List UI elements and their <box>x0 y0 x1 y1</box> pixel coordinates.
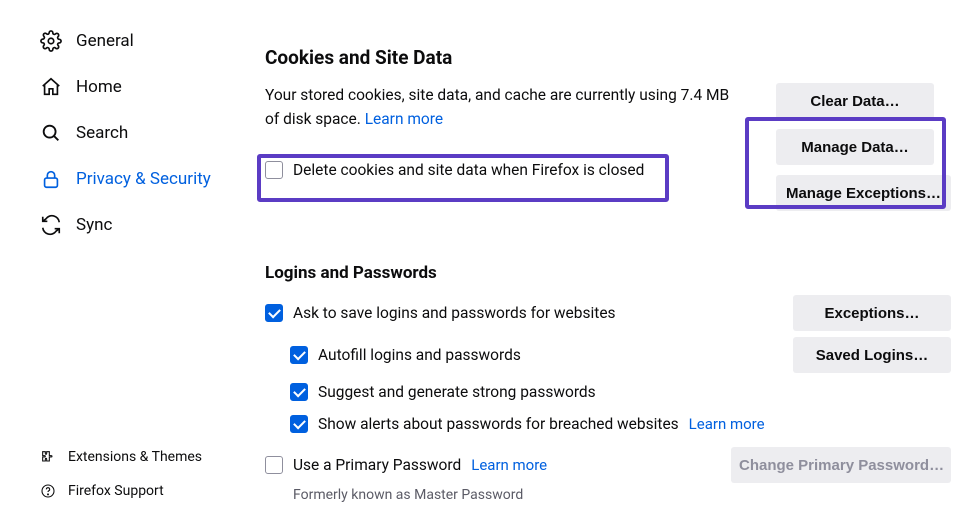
sidebar-item-label: Home <box>76 77 122 97</box>
sidebar-item-sync[interactable]: Sync <box>0 202 245 248</box>
logins-exceptions-button[interactable]: Exceptions… <box>793 295 951 331</box>
sidebar-item-privacy-security[interactable]: Privacy & Security <box>0 156 245 202</box>
alerts-label: Show alerts about passwords for breached… <box>318 415 679 433</box>
sidebar-item-label: Privacy & Security <box>76 169 211 189</box>
search-icon <box>40 122 62 144</box>
lock-icon <box>40 168 62 190</box>
sidebar-item-label: Sync <box>76 215 112 235</box>
sync-icon <box>40 214 62 236</box>
logins-header: Logins and Passwords <box>265 263 951 283</box>
gear-icon <box>40 30 62 52</box>
cookies-section: Cookies and Site Data Your stored cookie… <box>265 46 951 211</box>
autofill-label: Autofill logins and passwords <box>318 346 521 364</box>
alerts-learn-more-link[interactable]: Learn more <box>689 415 765 433</box>
manage-exceptions-button[interactable]: Manage Exceptions… <box>776 175 951 211</box>
sidebar-item-label: Search <box>76 123 128 143</box>
home-icon <box>40 76 62 98</box>
sidebar: General Home Search Privacy & Security S… <box>0 0 245 522</box>
primary-learn-more-link[interactable]: Learn more <box>471 456 547 474</box>
manage-data-button[interactable]: Manage Data… <box>776 129 934 165</box>
ask-save-label: Ask to save logins and passwords for web… <box>293 304 616 322</box>
sidebar-item-general[interactable]: General <box>0 18 245 64</box>
logins-section: Logins and Passwords Ask to save logins … <box>265 263 951 503</box>
primary-password-note: Formerly known as Master Password <box>293 487 951 503</box>
suggest-checkbox[interactable] <box>290 383 308 401</box>
sidebar-item-search[interactable]: Search <box>0 110 245 156</box>
primary-password-row: Use a Primary Password Learn more <box>265 456 547 474</box>
delete-on-close-row: Delete cookies and site data when Firefo… <box>265 161 776 179</box>
sidebar-item-extensions[interactable]: Extensions & Themes <box>0 440 245 474</box>
alerts-row: Show alerts about passwords for breached… <box>290 415 951 433</box>
puzzle-icon <box>40 449 56 465</box>
cookies-learn-more-link[interactable]: Learn more <box>365 110 443 128</box>
sidebar-item-label: General <box>76 31 134 51</box>
autofill-checkbox[interactable] <box>290 346 308 364</box>
delete-on-close-label: Delete cookies and site data when Firefo… <box>293 161 644 179</box>
autofill-row: Autofill logins and passwords <box>290 346 521 364</box>
primary-password-checkbox[interactable] <box>265 456 283 474</box>
sidebar-item-home[interactable]: Home <box>0 64 245 110</box>
alerts-checkbox[interactable] <box>290 415 308 433</box>
suggest-row: Suggest and generate strong passwords <box>290 383 951 401</box>
help-icon <box>40 483 56 499</box>
primary-password-label: Use a Primary Password <box>293 456 461 474</box>
main-content: Cookies and Site Data Your stored cookie… <box>265 0 951 522</box>
delete-on-close-checkbox[interactable] <box>265 161 283 179</box>
cookies-description: Your stored cookies, site data, and cach… <box>265 83 776 131</box>
sidebar-footer-label: Firefox Support <box>68 483 164 499</box>
sidebar-footer: Extensions & Themes Firefox Support <box>0 440 245 522</box>
ask-save-row: Ask to save logins and passwords for web… <box>265 304 616 322</box>
change-primary-password-button[interactable]: Change Primary Password… <box>731 447 951 483</box>
ask-save-checkbox[interactable] <box>265 304 283 322</box>
sidebar-item-support[interactable]: Firefox Support <box>0 474 245 508</box>
cookies-header: Cookies and Site Data <box>265 46 951 69</box>
suggest-label: Suggest and generate strong passwords <box>318 383 596 401</box>
saved-logins-button[interactable]: Saved Logins… <box>793 337 951 373</box>
sidebar-main-items: General Home Search Privacy & Security S… <box>0 18 245 440</box>
sidebar-footer-label: Extensions & Themes <box>68 449 202 465</box>
clear-data-button[interactable]: Clear Data… <box>776 83 934 119</box>
